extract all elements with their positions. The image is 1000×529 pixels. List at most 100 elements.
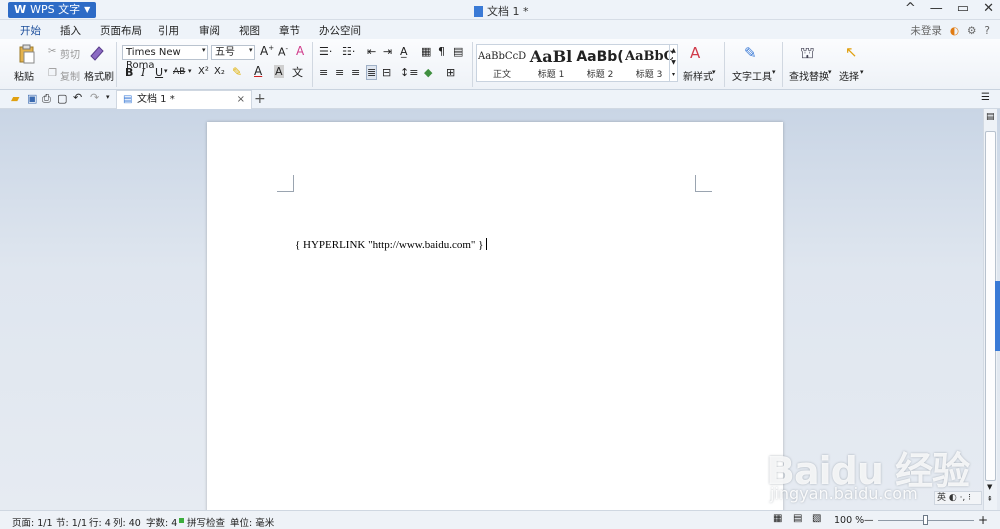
tab-chapter[interactable]: 章节 (279, 23, 300, 38)
copy-icon[interactable]: ❐ (48, 68, 57, 79)
maximize-button[interactable]: ▭ (957, 1, 969, 16)
settings-icon[interactable]: ⚙ (967, 25, 976, 37)
close-button[interactable]: ✕ (983, 1, 994, 16)
align-left-icon[interactable]: ≡ (319, 66, 328, 79)
align-right-icon[interactable]: ≡ (351, 66, 360, 79)
shrink-font-icon[interactable]: A- (278, 45, 288, 59)
tab-view[interactable]: 视图 (239, 23, 260, 38)
word-count[interactable]: 字数: 4 (146, 515, 177, 529)
app-menu-button[interactable]: W WPS 文字 ▼ (8, 2, 97, 18)
spell-check-button[interactable]: 拼写检查 (187, 515, 225, 529)
tab-list-icon[interactable]: ☰ (981, 92, 990, 103)
select-button[interactable]: 选择 (839, 68, 859, 83)
paragraph-mark-icon[interactable]: ¶ (438, 45, 445, 58)
zoom-out-button[interactable]: — (864, 515, 874, 526)
split-view-icon[interactable]: ▤ (986, 112, 995, 122)
read-view-icon[interactable]: ▤ (793, 513, 802, 524)
numbering-icon[interactable]: ☷· (342, 45, 355, 58)
close-tab-icon[interactable]: × (237, 91, 245, 109)
prev-page-icon[interactable]: ⇞ (987, 495, 993, 503)
unit-indicator[interactable]: 单位: 毫米 (230, 515, 274, 529)
decrease-indent-icon[interactable]: ⇤ (367, 45, 376, 58)
bullets-icon[interactable]: ☰· (319, 45, 332, 58)
table-icon[interactable]: ▦ (421, 45, 431, 58)
help-button[interactable]: ? (984, 25, 990, 37)
strikethrough-button[interactable]: AB (173, 67, 185, 77)
highlight-icon[interactable]: ✎ (232, 65, 242, 79)
document-page[interactable]: { HYPERLINK "http://www.baidu.com" } (207, 122, 783, 522)
phonetic-guide-icon[interactable]: 文 (292, 64, 303, 80)
paste-button[interactable]: 粘贴 (14, 68, 34, 83)
style-gallery-scroll[interactable]: ▲ ▼ ▾ (669, 45, 677, 81)
increase-indent-icon[interactable]: ⇥ (383, 45, 392, 58)
chevron-down-icon[interactable]: ▾ (772, 68, 776, 76)
subscript-button[interactable]: X₂ (214, 66, 225, 77)
style-heading-2[interactable]: AaBb( 标题 2 (576, 47, 624, 81)
line-spacing-icon[interactable]: ↕≡ (400, 66, 418, 79)
page-indicator[interactable]: 页面: 1/1 (12, 515, 53, 529)
grow-font-icon[interactable]: A+ (260, 44, 274, 58)
undo-icon[interactable]: ↶ (73, 91, 82, 104)
chevron-down-icon[interactable]: ▾ (860, 68, 864, 76)
hyperlink-field-code[interactable]: { HYPERLINK "http://www.baidu.com" } (295, 238, 488, 251)
style-heading-1[interactable]: AaBl 标题 1 (527, 47, 575, 81)
font-color-icon[interactable]: A (254, 64, 262, 78)
open-icon[interactable]: ▰ (11, 92, 19, 105)
format-painter-button[interactable]: 格式刷 (84, 68, 114, 83)
tab-insert[interactable]: 插入 (60, 23, 81, 38)
underline-button[interactable]: U (155, 66, 163, 79)
text-direction-icon[interactable]: A̲ (400, 45, 408, 58)
redo-icon[interactable]: ↷ (90, 91, 99, 104)
style-normal[interactable]: AaBbCcDd 正文 (478, 47, 526, 81)
outline-view-icon[interactable]: ▧ (812, 513, 821, 524)
char-shading-icon[interactable]: A (274, 65, 284, 78)
page-view-icon[interactable]: ▦ (773, 513, 782, 524)
cut-icon[interactable]: ✂ (48, 46, 56, 57)
login-status[interactable]: 未登录 (910, 23, 942, 38)
print-preview-icon[interactable]: ▢ (57, 92, 67, 105)
zoom-slider-thumb[interactable] (923, 515, 928, 525)
minimize-button[interactable]: — (930, 1, 943, 16)
justify-icon[interactable]: ≣ (366, 65, 378, 80)
paste-icon[interactable] (18, 44, 36, 64)
style-heading-3[interactable]: AaBbC 标题 3 (625, 47, 673, 81)
chevron-down-icon[interactable]: ▾ (828, 68, 832, 76)
tab-references[interactable]: 引用 (158, 23, 179, 38)
columns-icon[interactable]: ▤ (453, 45, 463, 58)
cursor-icon[interactable]: ↖ (845, 43, 858, 61)
tab-page-layout[interactable]: 页面布局 (100, 23, 142, 38)
new-tab-button[interactable]: + (254, 91, 266, 107)
bold-button[interactable]: B (125, 66, 133, 79)
font-name-select[interactable]: Times New Roma (122, 45, 208, 71)
save-icon[interactable]: ▣ (27, 92, 37, 105)
side-panel-handle[interactable] (995, 281, 1000, 351)
document-tab[interactable]: ▤ 文档 1 * × (116, 90, 252, 109)
text-tools-icon[interactable]: ✎ (744, 44, 757, 62)
format-painter-icon[interactable] (88, 44, 106, 62)
print-icon[interactable]: ⎙ (42, 92, 51, 106)
strikethrough-dropdown-icon[interactable]: ▾ (188, 67, 192, 75)
zoom-level[interactable]: 100 % (834, 515, 864, 526)
customize-dropdown-icon[interactable]: ▾ (106, 93, 110, 101)
zoom-in-button[interactable]: + (978, 513, 988, 527)
align-center-icon[interactable]: ≡ (335, 66, 344, 79)
superscript-button[interactable]: X² (198, 66, 209, 77)
shading-icon[interactable]: ◆ (424, 66, 432, 79)
find-replace-button[interactable]: 查找替换 (789, 68, 829, 83)
new-style-button[interactable]: 新样式 (683, 68, 713, 83)
ime-toolbar[interactable]: 英 ◐ ·, ⁝ (934, 491, 982, 505)
tab-review[interactable]: 审阅 (199, 23, 220, 38)
scroll-down-icon[interactable]: ▼ (987, 483, 992, 491)
cut-button[interactable]: 剪切 (60, 46, 80, 61)
distribute-icon[interactable]: ⊟ (382, 66, 391, 79)
tab-home[interactable]: 开始 (16, 23, 45, 41)
underline-dropdown-icon[interactable]: ▾ (164, 67, 168, 75)
chevron-down-icon[interactable]: ▾ (712, 68, 716, 76)
clear-format-icon[interactable]: A (296, 44, 304, 58)
binoculars-icon[interactable]: ⛫ (800, 43, 815, 64)
new-style-icon[interactable]: A (690, 44, 700, 62)
tab-office-space[interactable]: 办公空间 (319, 23, 361, 38)
italic-button[interactable]: I (141, 66, 145, 79)
borders-icon[interactable]: ⊞ (446, 66, 455, 79)
text-tools-button[interactable]: 文字工具 (732, 68, 772, 83)
